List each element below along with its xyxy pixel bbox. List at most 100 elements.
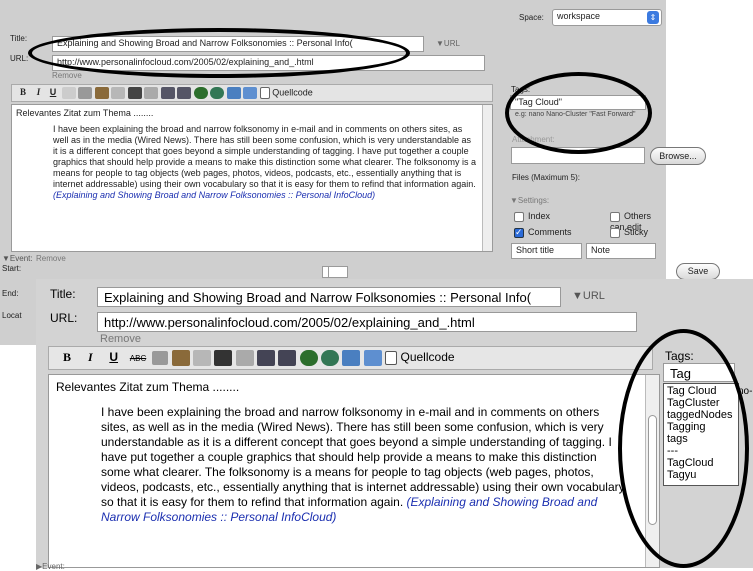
- unlink-icon[interactable]: [321, 350, 340, 366]
- short-title-field[interactable]: Short title: [511, 243, 582, 259]
- save-button[interactable]: Save: [676, 263, 720, 280]
- attachment-input[interactable]: [511, 147, 645, 164]
- bullet-list-icon[interactable]: [278, 350, 297, 366]
- select-arrow-icon: ⇕: [647, 11, 659, 24]
- url-label: URL:: [10, 54, 29, 63]
- italic-button[interactable]: I: [80, 350, 100, 365]
- event-remove-link[interactable]: Remove: [36, 254, 66, 263]
- comments-label: Comments: [528, 227, 572, 237]
- suggestion-item[interactable]: tags: [667, 433, 735, 445]
- eraser-icon[interactable]: [111, 87, 126, 99]
- title-value: Explaining and Showing Broad and Narrow …: [104, 290, 532, 305]
- url-label: URL:: [50, 311, 78, 325]
- eraser-icon[interactable]: [193, 350, 212, 366]
- browse-button[interactable]: Browse...: [650, 147, 706, 165]
- title-value: Explaining and Showing Broad and Narrow …: [57, 38, 353, 48]
- suggestion-item[interactable]: taggedNodes: [667, 409, 735, 421]
- tags-overflow-text: no-: [738, 386, 753, 397]
- suggestion-item[interactable]: Tagging: [667, 421, 735, 433]
- editor-heading: Relevantes Zitat zum Thema ........: [56, 380, 240, 394]
- superscript-icon[interactable]: [78, 87, 93, 99]
- source-button[interactable]: Quellcode: [272, 87, 313, 97]
- underline-button[interactable]: U: [47, 87, 59, 97]
- note-field[interactable]: Note: [586, 243, 656, 259]
- superscript-icon[interactable]: [152, 351, 169, 365]
- option-index[interactable]: Index: [514, 211, 550, 222]
- others-can-edit-checkbox[interactable]: [610, 211, 620, 222]
- source-icon[interactable]: [259, 87, 270, 99]
- option-comments[interactable]: Comments: [514, 227, 572, 238]
- bold-button[interactable]: B: [16, 87, 30, 97]
- title-input[interactable]: Explaining and Showing Broad and Narrow …: [52, 36, 424, 52]
- foreground-screenshot: Title: Explaining and Showing Broad and …: [36, 279, 753, 571]
- url-toggle[interactable]: ▼URL: [436, 39, 460, 48]
- numbered-list-icon[interactable]: [160, 87, 175, 99]
- remove-link[interactable]: Remove: [100, 333, 141, 345]
- suggestion-item[interactable]: Tagyu: [667, 469, 735, 481]
- tags-label: Tags:: [511, 85, 531, 94]
- tag-suggestions-dropdown[interactable]: Tag Cloud TagCluster taggedNodes Tagging…: [663, 383, 739, 486]
- image-icon[interactable]: [226, 87, 241, 99]
- index-label: Index: [528, 211, 551, 221]
- tags-input[interactable]: "Tag Cloud": [510, 95, 646, 110]
- numbered-list-icon[interactable]: [257, 350, 276, 366]
- tags-input[interactable]: Tag: [663, 363, 735, 382]
- suggestion-item[interactable]: TagCluster: [667, 397, 735, 409]
- link-icon[interactable]: [193, 87, 208, 99]
- option-sticky[interactable]: Sticky: [610, 227, 648, 238]
- title-input[interactable]: Explaining and Showing Broad and Narrow …: [97, 287, 561, 307]
- suggestion-item[interactable]: TagCloud: [667, 457, 735, 469]
- editor-area[interactable]: Relevantes Zitat zum Thema ........ I ha…: [11, 104, 493, 252]
- files-label: Files (Maximum 5):: [512, 173, 581, 182]
- editor-body: I have been explaining the broad and nar…: [101, 405, 625, 509]
- settings-toggle[interactable]: ▼Settings:: [510, 196, 549, 205]
- underline-button[interactable]: U: [104, 350, 124, 364]
- url-input[interactable]: http://www.personalinfocloud.com/2005/02…: [52, 55, 485, 71]
- start-minute-field[interactable]: [328, 266, 348, 278]
- short-title-label: Short title: [516, 245, 555, 255]
- editor-heading: Relevantes Zitat zum Thema ........: [16, 108, 154, 118]
- tags-value: "Tag Cloud": [515, 97, 562, 107]
- bold-button[interactable]: B: [57, 350, 77, 365]
- table-icon[interactable]: [243, 87, 258, 99]
- start-label: Start:: [2, 264, 22, 273]
- source-button[interactable]: Quellcode: [401, 350, 455, 364]
- editor-toolbar: B I U Quellcode: [11, 84, 493, 102]
- event-toggle[interactable]: ▼Event:: [2, 254, 33, 263]
- image-icon[interactable]: [342, 350, 361, 366]
- remove-link[interactable]: Remove: [52, 71, 82, 80]
- location-label: Locat: [2, 311, 22, 320]
- tags-input-value: Tag: [670, 366, 691, 381]
- comments-checkbox[interactable]: [514, 227, 524, 238]
- strike-icon[interactable]: [61, 87, 76, 99]
- source-icon[interactable]: [385, 351, 398, 365]
- editor-scrollbar[interactable]: [482, 105, 492, 251]
- table-icon[interactable]: [363, 350, 382, 366]
- unlink-icon[interactable]: [210, 87, 225, 99]
- link-icon[interactable]: [299, 350, 318, 366]
- editor-scrollbar[interactable]: [645, 375, 659, 567]
- find-icon[interactable]: [214, 350, 233, 366]
- end-label: End:: [2, 289, 19, 298]
- scroll-thumb[interactable]: [648, 415, 657, 525]
- editor-body: I have been explaining the broad and nar…: [53, 124, 477, 189]
- url-toggle[interactable]: ▼URL: [572, 290, 605, 302]
- note-label: Note: [591, 245, 611, 255]
- spellcheck-icon[interactable]: [144, 87, 159, 99]
- url-input[interactable]: http://www.personalinfocloud.com/2005/02…: [97, 312, 637, 332]
- space-label: Space:: [519, 13, 544, 22]
- paste-icon[interactable]: [171, 350, 190, 366]
- suggestion-item[interactable]: Tag Cloud: [667, 385, 735, 397]
- editor-source-link[interactable]: (Explaining and Showing Broad and Narrow…: [53, 190, 375, 200]
- space-select[interactable]: workspace ⇕: [552, 9, 662, 26]
- sticky-checkbox[interactable]: [610, 227, 620, 238]
- editor-area[interactable]: Relevantes Zitat zum Thema ........ I ha…: [48, 374, 660, 568]
- index-checkbox[interactable]: [514, 211, 524, 222]
- bullet-list-icon[interactable]: [177, 87, 192, 99]
- spellcheck-icon[interactable]: [235, 350, 254, 366]
- find-icon[interactable]: [127, 87, 142, 99]
- strikethrough-button[interactable]: ABC: [127, 354, 149, 363]
- paste-icon[interactable]: [94, 87, 109, 99]
- event-toggle[interactable]: ▶Event:: [36, 562, 65, 571]
- italic-button[interactable]: I: [33, 87, 45, 97]
